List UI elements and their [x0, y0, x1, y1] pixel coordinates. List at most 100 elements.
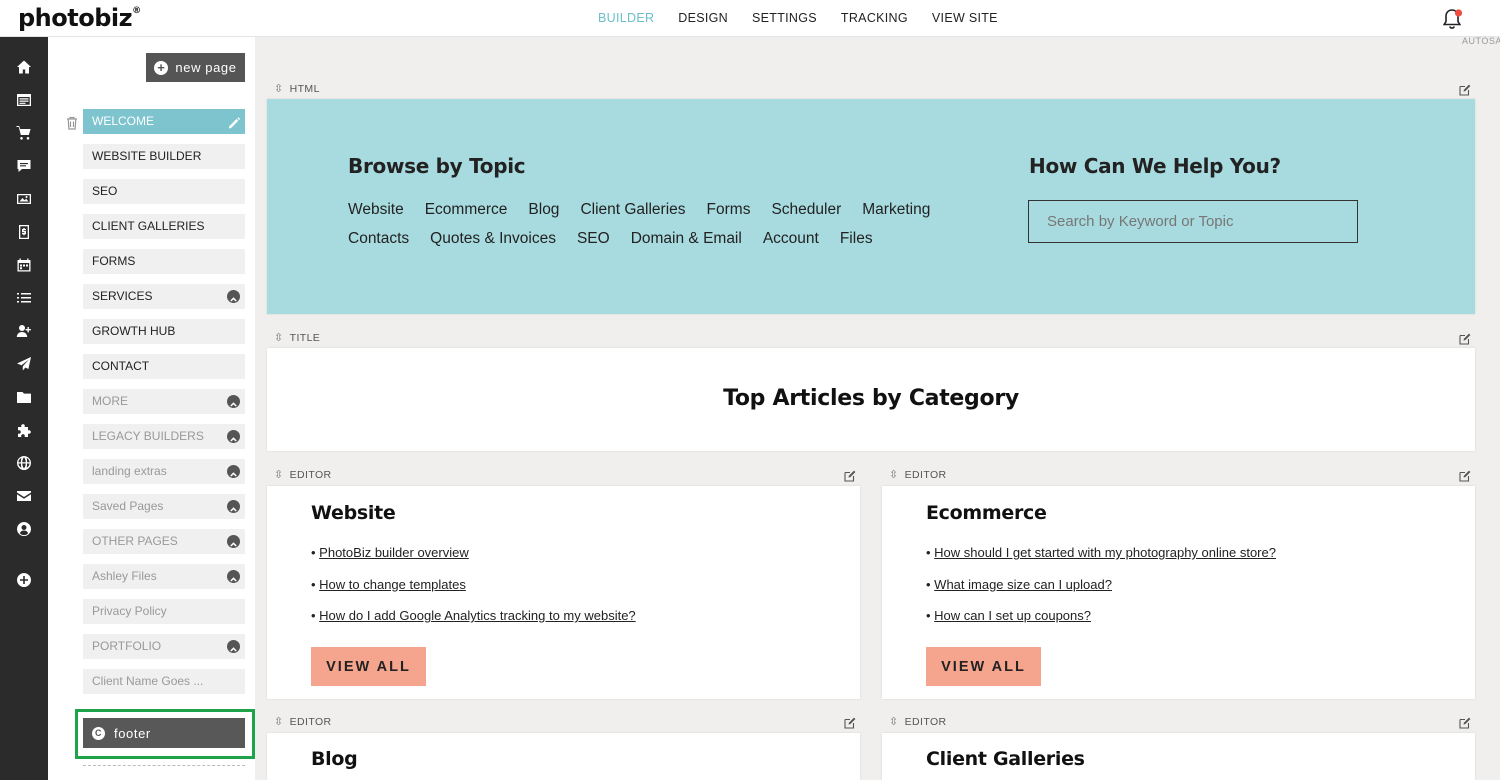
cart-icon[interactable] [14, 123, 34, 143]
page-item-services[interactable]: SERVICES [83, 284, 245, 309]
home-icon[interactable] [14, 57, 34, 77]
page-item-portfolio[interactable]: PORTFOLIO [83, 634, 245, 659]
drag-handle-icon[interactable]: ⇳ [274, 331, 284, 344]
add-circle-icon[interactable] [14, 570, 34, 590]
title-block[interactable]: Top Articles by Category [267, 348, 1475, 451]
calendar-icon[interactable] [14, 255, 34, 275]
page-item-client-name[interactable]: Client Name Goes ... [83, 669, 245, 694]
editor-card-client-galleries[interactable]: Client Galleries [882, 733, 1475, 780]
view-all-button[interactable]: VIEW ALL [926, 647, 1041, 686]
topic-link[interactable]: Domain & Email [631, 230, 742, 248]
editor-card-website[interactable]: Website • PhotoBiz builder overview • Ho… [267, 486, 860, 699]
edit-icon[interactable] [1459, 716, 1471, 729]
page-item-client-galleries[interactable]: CLIENT GALLERIES [83, 214, 245, 239]
chevron-up-icon[interactable] [227, 465, 240, 478]
editor-card-ecommerce[interactable]: Ecommerce • How should I get started wit… [882, 486, 1475, 699]
topic-link[interactable]: Account [763, 230, 819, 248]
puzzle-icon[interactable] [14, 420, 34, 440]
block-label[interactable]: ⇳ HTML [274, 82, 320, 96]
edit-icon[interactable] [1459, 83, 1471, 96]
invoice-icon[interactable] [14, 222, 34, 242]
article-link[interactable]: What image size can I upload? [934, 577, 1112, 592]
topic-link[interactable]: Website [348, 201, 404, 219]
topic-link[interactable]: Client Galleries [580, 201, 685, 219]
topic-link[interactable]: Scheduler [771, 201, 841, 219]
page-item-forms[interactable]: FORMS [83, 249, 245, 274]
list-icon[interactable] [14, 288, 34, 308]
nav-settings[interactable]: SETTINGS [752, 11, 817, 25]
edit-icon[interactable] [1459, 332, 1471, 345]
chevron-up-icon[interactable] [227, 570, 240, 583]
block-label[interactable]: ⇳ EDITOR [274, 468, 332, 482]
block-label[interactable]: ⇳ TITLE [274, 331, 320, 345]
topic-search-input[interactable] [1028, 200, 1358, 243]
edit-icon[interactable] [1459, 469, 1471, 482]
contacts-icon[interactable] [14, 321, 34, 341]
drag-handle-icon[interactable]: ⇳ [274, 715, 284, 728]
nav-tracking[interactable]: TRACKING [841, 11, 908, 25]
drag-handle-icon[interactable]: ⇳ [274, 82, 284, 95]
trash-icon[interactable] [66, 116, 78, 130]
chevron-up-icon[interactable] [227, 290, 240, 303]
edit-icon[interactable] [844, 469, 856, 482]
block-label[interactable]: ⇳ EDITOR [274, 715, 332, 729]
topic-link[interactable]: Quotes & Invoices [430, 230, 556, 248]
send-icon[interactable] [14, 354, 34, 374]
page-item-contact[interactable]: CONTACT [83, 354, 245, 379]
photobiz-logo[interactable]: photobiz® [18, 4, 141, 32]
article-link[interactable]: How should I get started with my photogr… [934, 545, 1276, 560]
page-item-landing-extras[interactable]: landing extras [83, 459, 245, 484]
page-item-other-pages[interactable]: OTHER PAGES [83, 529, 245, 554]
chevron-up-icon[interactable] [227, 430, 240, 443]
article-link[interactable]: PhotoBiz builder overview [319, 545, 469, 560]
topic-link[interactable]: Ecommerce [425, 201, 508, 219]
page-item-ashley-files[interactable]: Ashley Files [83, 564, 245, 589]
page-item-privacy-policy[interactable]: Privacy Policy [83, 599, 245, 624]
chevron-up-icon[interactable] [227, 395, 240, 408]
nav-view-site[interactable]: VIEW SITE [932, 11, 998, 25]
new-page-button[interactable]: + new page [146, 53, 245, 82]
drag-handle-icon[interactable]: ⇳ [889, 715, 899, 728]
article-link[interactable]: How to change templates [319, 577, 466, 592]
page-item-growth-hub[interactable]: GROWTH HUB [83, 319, 245, 344]
article-link[interactable]: How do I add Google Analytics tracking t… [319, 608, 636, 623]
topic-link[interactable]: SEO [577, 230, 610, 248]
edit-icon[interactable] [844, 716, 856, 729]
block-label[interactable]: ⇳ EDITOR [889, 715, 947, 729]
page-item-seo[interactable]: SEO [83, 179, 245, 204]
view-all-button[interactable]: VIEW ALL [311, 647, 426, 686]
page-item-label: PORTFOLIO [92, 639, 162, 653]
topic-link[interactable]: Marketing [862, 201, 930, 219]
drag-handle-icon[interactable]: ⇳ [274, 468, 284, 481]
editor-card-blog[interactable]: Blog [267, 733, 860, 780]
topic-link[interactable]: Forms [707, 201, 751, 219]
website-icon[interactable] [14, 90, 34, 110]
drag-handle-icon[interactable]: ⇳ [889, 468, 899, 481]
chevron-up-icon[interactable] [227, 535, 240, 548]
chevron-up-icon[interactable] [227, 500, 240, 513]
block-label[interactable]: ⇳ EDITOR [889, 468, 947, 482]
account-icon[interactable] [14, 519, 34, 539]
page-item-saved-pages[interactable]: Saved Pages [83, 494, 245, 519]
list-item: • How to change templates [311, 576, 466, 592]
chat-icon[interactable] [14, 156, 34, 176]
nav-builder[interactable]: BUILDER [598, 11, 654, 25]
topic-link[interactable]: Contacts [348, 230, 409, 248]
article-link[interactable]: How can I set up coupons? [934, 608, 1091, 623]
topic-link[interactable]: Files [840, 230, 873, 248]
bell-icon[interactable] [1442, 7, 1464, 31]
html-block[interactable]: Browse by Topic Website Ecommerce Blog C… [267, 99, 1475, 314]
gallery-icon[interactable] [14, 189, 34, 209]
page-item-welcome[interactable]: WELCOME [83, 109, 245, 134]
footer-button[interactable]: C footer [83, 718, 245, 748]
folder-icon[interactable] [14, 387, 34, 407]
page-item-legacy-builders[interactable]: LEGACY BUILDERS [83, 424, 245, 449]
globe-icon[interactable] [14, 453, 34, 473]
topic-link[interactable]: Blog [528, 201, 559, 219]
page-item-website-builder[interactable]: WEBSITE BUILDER [83, 144, 245, 169]
chevron-up-icon[interactable] [227, 640, 240, 653]
page-item-more[interactable]: MORE [83, 389, 245, 414]
mail-icon[interactable] [14, 486, 34, 506]
pencil-icon[interactable] [227, 114, 241, 129]
nav-design[interactable]: DESIGN [678, 11, 728, 25]
